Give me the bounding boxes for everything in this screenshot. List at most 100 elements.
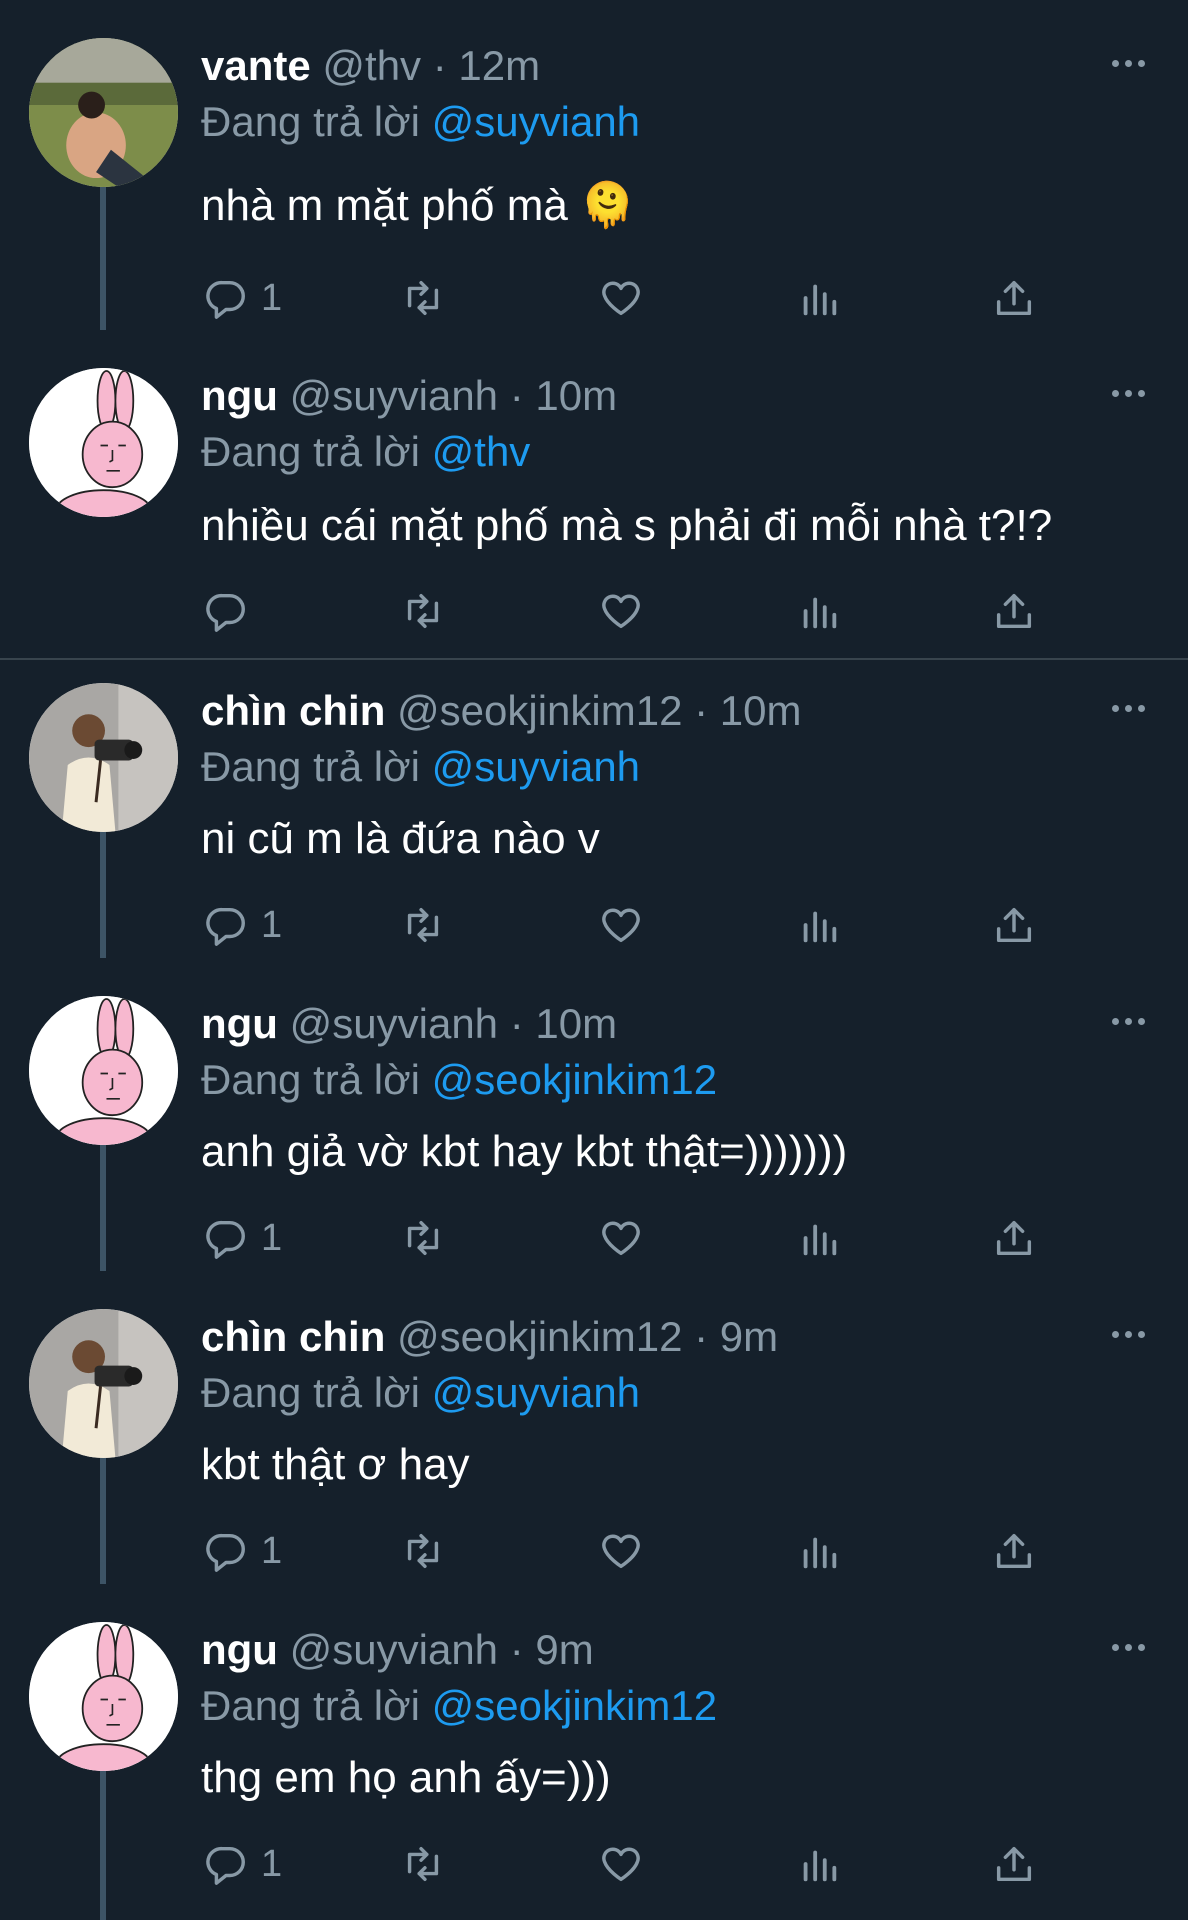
reply-icon xyxy=(206,593,245,632)
avatar[interactable] xyxy=(29,996,178,1145)
mention-link[interactable]: @suyvianh xyxy=(432,1369,640,1416)
mention-link[interactable]: @thv xyxy=(432,428,531,475)
display-name[interactable]: chìn chin xyxy=(201,687,385,734)
more-options-icon[interactable] xyxy=(1108,48,1148,78)
user-handle[interactable]: @suyvianh xyxy=(290,1626,498,1673)
share-button[interactable] xyxy=(991,895,1037,955)
views-button[interactable] xyxy=(796,268,842,328)
like-button[interactable] xyxy=(598,1521,644,1581)
display-name[interactable]: chìn chin xyxy=(201,1313,385,1360)
tweet[interactable]: chìn chin @seokjinkim12 · 10m Đang trả l… xyxy=(0,645,1188,958)
user-handle[interactable]: @suyvianh xyxy=(290,1000,498,1047)
retweet-button[interactable] xyxy=(400,1521,446,1581)
share-icon xyxy=(996,280,1032,316)
views-button[interactable] xyxy=(796,1208,842,1268)
avatar-photo-grass xyxy=(29,38,178,187)
user-handle[interactable]: @seokjinkim12 xyxy=(397,687,682,734)
retweet-button[interactable] xyxy=(400,581,446,641)
share-button[interactable] xyxy=(991,1521,1037,1581)
share-button[interactable] xyxy=(991,581,1037,641)
display-name[interactable]: vante xyxy=(201,42,311,89)
avatar[interactable] xyxy=(29,38,178,187)
views-button[interactable] xyxy=(796,581,842,641)
mention-link[interactable]: @seokjinkim12 xyxy=(432,1682,717,1729)
tweet-header: chìn chin @seokjinkim12 · 10m xyxy=(201,685,802,737)
tweet-text-content: ni cũ m là đứa nào v xyxy=(201,814,600,863)
user-handle[interactable]: @thv xyxy=(322,42,421,89)
replying-to: Đang trả lời @seokjinkim12 xyxy=(201,1680,717,1732)
retweet-button[interactable] xyxy=(400,1834,446,1894)
share-button[interactable] xyxy=(991,1208,1037,1268)
retweet-button[interactable] xyxy=(400,1208,446,1268)
more-options-icon[interactable] xyxy=(1108,693,1148,723)
tweet[interactable]: ngu @suyvianh · 10m Đang trả lời @seokji… xyxy=(0,958,1188,1271)
share-icon xyxy=(996,593,1032,629)
retweet-button[interactable] xyxy=(400,895,446,955)
retweet-button[interactable] xyxy=(400,268,446,328)
more-options-icon[interactable] xyxy=(1108,1319,1148,1349)
avatar[interactable] xyxy=(29,683,178,832)
reply-button[interactable] xyxy=(203,581,261,641)
views-icon xyxy=(803,1850,837,1882)
mention-link[interactable]: @suyvianh xyxy=(432,743,640,790)
reply-button[interactable]: 1 xyxy=(203,895,282,955)
share-button[interactable] xyxy=(991,1834,1037,1894)
separator: · xyxy=(509,372,524,419)
replying-label: Đang trả lời xyxy=(201,428,420,475)
like-button[interactable] xyxy=(598,1208,644,1268)
reply-button[interactable]: 1 xyxy=(203,1834,282,1894)
avatar[interactable] xyxy=(29,1309,178,1458)
like-button[interactable] xyxy=(598,895,644,955)
more-options-icon[interactable] xyxy=(1108,378,1148,408)
replying-to: Đang trả lời @suyvianh xyxy=(201,96,640,148)
reply-count: 1 xyxy=(261,1529,283,1572)
timestamp[interactable]: 9m xyxy=(720,1313,778,1360)
replying-to: Đang trả lời @suyvianh xyxy=(201,741,640,793)
mention-link[interactable]: @seokjinkim12 xyxy=(432,1056,717,1103)
avatar-photo-camera xyxy=(29,683,178,832)
retweet-icon xyxy=(407,907,439,943)
separator: · xyxy=(694,687,709,734)
views-button[interactable] xyxy=(796,895,842,955)
replying-label: Đang trả lời xyxy=(201,1369,420,1416)
views-button[interactable] xyxy=(796,1834,842,1894)
like-button[interactable] xyxy=(598,268,644,328)
more-options-icon[interactable] xyxy=(1108,1632,1148,1662)
like-icon xyxy=(602,908,640,943)
tweet[interactable]: vante @thv · 12m Đang trả lời @suyvianh … xyxy=(0,0,1188,330)
share-button[interactable] xyxy=(991,268,1037,328)
display-name[interactable]: ngu xyxy=(201,372,278,419)
tweet[interactable]: ngu @suyvianh · 10m Đang trả lời @thv nh… xyxy=(0,330,1188,660)
retweet-icon xyxy=(407,1533,439,1569)
replying-label: Đang trả lời xyxy=(201,743,420,790)
tweet[interactable]: chìn chin @seokjinkim12 · 9m Đang trả lờ… xyxy=(0,1271,1188,1584)
reply-icon xyxy=(206,280,245,319)
more-options-icon[interactable] xyxy=(1108,1006,1148,1036)
tweet-text: anh giả vờ kbt hay kbt thật=))))))) xyxy=(201,1122,847,1182)
views-button[interactable] xyxy=(796,1521,842,1581)
action-bar: 1 xyxy=(0,1834,1188,1894)
timestamp[interactable]: 12m xyxy=(458,42,540,89)
timestamp[interactable]: 9m xyxy=(535,1626,593,1673)
replying-to: Đang trả lời @seokjinkim12 xyxy=(201,1054,717,1106)
like-button[interactable] xyxy=(598,1834,644,1894)
retweet-icon xyxy=(407,1220,439,1256)
reply-button[interactable]: 1 xyxy=(203,1208,282,1268)
display-name[interactable]: ngu xyxy=(201,1626,278,1673)
avatar[interactable] xyxy=(29,1622,178,1771)
timestamp[interactable]: 10m xyxy=(535,372,617,419)
user-handle[interactable]: @seokjinkim12 xyxy=(397,1313,682,1360)
tweet-text-content: nhiều cái mặt phố mà s phải đi mỗi nhà t… xyxy=(201,501,1053,550)
tweet-header: ngu @suyvianh · 10m xyxy=(201,998,617,1050)
user-handle[interactable]: @suyvianh xyxy=(290,372,498,419)
views-icon xyxy=(803,597,837,629)
avatar[interactable] xyxy=(29,368,178,517)
reply-button[interactable]: 1 xyxy=(203,1521,282,1581)
timestamp[interactable]: 10m xyxy=(720,687,802,734)
mention-link[interactable]: @suyvianh xyxy=(432,98,640,145)
like-button[interactable] xyxy=(598,581,644,641)
reply-button[interactable]: 1 xyxy=(203,268,282,328)
display-name[interactable]: ngu xyxy=(201,1000,278,1047)
tweet[interactable]: ngu @suyvianh · 9m Đang trả lời @seokjin… xyxy=(0,1584,1188,1920)
timestamp[interactable]: 10m xyxy=(535,1000,617,1047)
